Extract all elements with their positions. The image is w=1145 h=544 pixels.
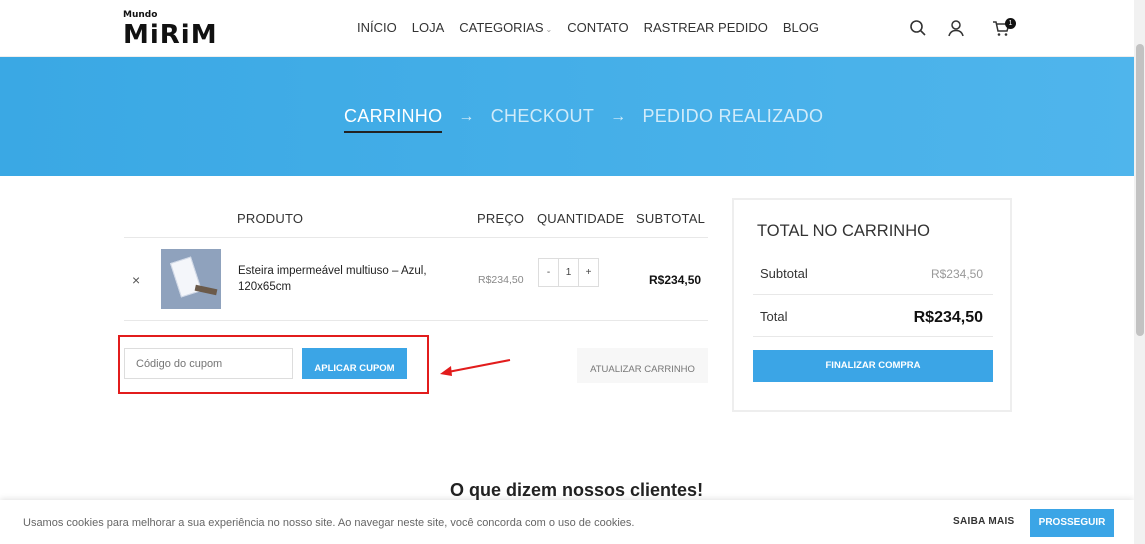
total-label: Total (760, 309, 788, 324)
learn-more-link[interactable]: SAIBA MAIS (953, 516, 1015, 527)
table-divider (124, 237, 708, 238)
subtotal-value: R$234,50 (930, 267, 983, 281)
cart-totals-box: TOTAL NO CARRINHO Subtotal R$234,50 Tota… (732, 198, 1012, 412)
step-cart[interactable]: CARRINHO (344, 106, 443, 133)
quantity-increase-button[interactable]: + (579, 259, 598, 286)
cookie-banner: Usamos cookies para melhorar a sua exper… (0, 500, 1134, 544)
scrollbar-thumb[interactable] (1136, 44, 1144, 336)
cookie-notice-text: Usamos cookies para melhorar a sua exper… (23, 517, 635, 529)
table-divider (124, 320, 708, 321)
step-checkout[interactable]: CHECKOUT (491, 106, 594, 127)
product-name-link[interactable]: Esteira impermeável multiuso – Azul, 120… (238, 263, 448, 295)
update-cart-button[interactable]: ATUALIZAR CARRINHO (577, 348, 708, 383)
product-image-detail (194, 284, 218, 296)
site-header: Mundo MiRiM INÍCIO LOJA CATEGORIAS ⌄ CONT… (0, 0, 1134, 57)
cart-count-badge: 1 (1005, 18, 1016, 29)
search-icon[interactable] (908, 18, 928, 38)
quantity-input[interactable]: 1 (558, 259, 579, 286)
user-icon[interactable] (946, 18, 966, 38)
annotation-highlight-box (118, 335, 429, 394)
header-quantity: QUANTIDADE (537, 211, 625, 226)
nav-item-blog[interactable]: BLOG (783, 20, 819, 35)
header-subtotal: SUBTOTAL (636, 211, 706, 226)
arrow-right-icon: → (458, 107, 475, 125)
nav-item-contato[interactable]: CONTATO (567, 20, 628, 35)
logo-big-text: MiRiM (123, 20, 218, 50)
product-subtotal: R$234,50 (649, 273, 702, 287)
quantity-decrease-button[interactable]: - (539, 259, 558, 286)
main-nav: INÍCIO LOJA CATEGORIAS ⌄ CONTATO RASTREAR… (357, 20, 819, 35)
site-logo[interactable]: Mundo MiRiM (123, 8, 218, 50)
nav-item-inicio[interactable]: INÍCIO (357, 20, 397, 35)
total-value: R$234,50 (913, 309, 983, 326)
header-product: PRODUTO (237, 211, 304, 226)
product-price: R$234,50 (478, 274, 524, 286)
annotation-arrow (440, 359, 511, 376)
logo-small-text: Mundo (123, 10, 158, 20)
cart-totals-title: TOTAL NO CARRINHO (757, 222, 930, 240)
checkout-steps: CARRINHO → CHECKOUT → PEDIDO REALIZADO (344, 106, 824, 133)
nav-item-rastrear[interactable]: RASTREAR PEDIDO (644, 20, 768, 35)
nav-item-loja[interactable]: LOJA (412, 20, 445, 35)
nav-item-categorias[interactable]: CATEGORIAS ⌄ (459, 20, 552, 35)
nav-item-categorias-label: CATEGORIAS (459, 20, 544, 35)
chevron-down-icon: ⌄ (545, 25, 553, 34)
accept-cookies-button[interactable]: PROSSEGUIR (1030, 509, 1114, 537)
remove-item-button[interactable]: × (132, 272, 140, 288)
quantity-stepper: - 1 + (538, 258, 599, 287)
totals-divider (753, 336, 993, 337)
step-order-complete: PEDIDO REALIZADO (642, 106, 824, 126)
checkout-button[interactable]: FINALIZAR COMPRA (753, 350, 993, 382)
product-thumbnail[interactable] (161, 249, 221, 309)
header-price: PREÇO (477, 211, 525, 226)
totals-divider (753, 294, 993, 295)
testimonials-title: O que dizem nossos clientes! (450, 480, 704, 500)
arrow-right-icon: → (610, 107, 627, 125)
subtotal-label: Subtotal (760, 266, 808, 281)
